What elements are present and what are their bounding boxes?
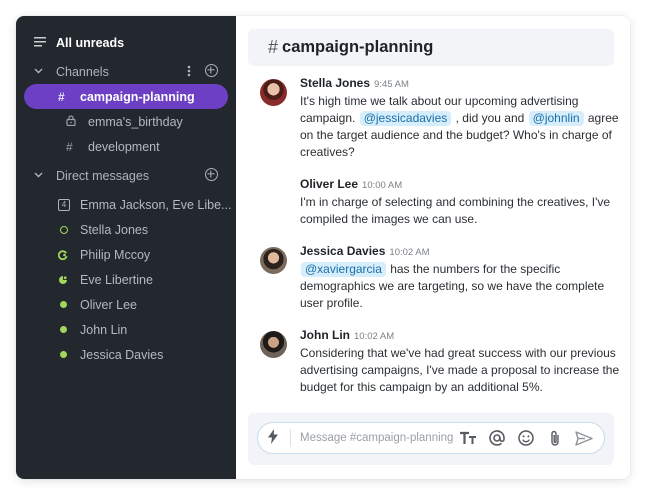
- message-text: Considering that we've had great success…: [300, 345, 620, 396]
- message-input[interactable]: Message #campaign-planning: [300, 432, 453, 444]
- sidebar-dm-eve-libertine[interactable]: Eve Libertine: [16, 267, 236, 292]
- message-time: 9:45 AM: [374, 79, 409, 90]
- add-dm-button[interactable]: [200, 167, 222, 184]
- channels-section-header[interactable]: Channels: [16, 59, 236, 84]
- message: John Lin 10:02 AM Considering that we've…: [260, 328, 620, 396]
- text-format-icon[interactable]: [453, 431, 482, 445]
- message-text: I'm in charge of selecting and combining…: [300, 194, 620, 228]
- add-channel-button[interactable]: [200, 63, 222, 80]
- avatar[interactable]: [260, 79, 287, 106]
- sidebar-dm-jessica-davies[interactable]: Jessica Davies: [16, 342, 236, 367]
- lock-icon: [66, 114, 88, 129]
- sidebar: All unreads Channels # campaign-planning…: [16, 16, 236, 479]
- message-time: 10:02 AM: [389, 247, 430, 258]
- channel-header: # campaign-planning: [248, 29, 614, 66]
- sidebar-dm-group[interactable]: 4 Emma Jackson, Eve Libe...: [16, 192, 236, 217]
- main-panel: # campaign-planning Stella Jones 9:45 AM…: [236, 16, 630, 479]
- avatar[interactable]: [260, 247, 287, 274]
- avatar[interactable]: [260, 331, 287, 358]
- message-body: Oliver Lee 10:00 AM I'm in charge of sel…: [300, 177, 620, 228]
- partial-status-icon: [58, 275, 80, 285]
- sidebar-dm-stella-jones[interactable]: Stella Jones: [16, 217, 236, 242]
- send-icon[interactable]: [569, 430, 598, 446]
- dm-label: Philip Mccoy: [80, 247, 151, 262]
- sidebar-channel-emmas-birthday[interactable]: emma's_birthday: [24, 109, 228, 134]
- emoji-icon[interactable]: [511, 430, 540, 446]
- away-status-icon: [58, 225, 80, 234]
- message-body: Stella Jones 9:45 AM It's high time we t…: [300, 76, 620, 161]
- online-status-icon: [58, 301, 80, 308]
- dm-title: Direct messages: [56, 168, 150, 183]
- message-text-segment: , did you and: [452, 111, 528, 125]
- hash-icon: #: [268, 37, 279, 57]
- more-options-icon[interactable]: [178, 65, 200, 79]
- user-mention[interactable]: @jessicadavies: [359, 111, 452, 126]
- chevron-down-icon[interactable]: [34, 66, 56, 77]
- channel-title: campaign-planning: [282, 38, 434, 56]
- message-time: 10:00 AM: [362, 180, 403, 191]
- channel-label: development: [88, 139, 160, 154]
- sidebar-channel-campaign-planning[interactable]: # campaign-planning: [24, 84, 228, 109]
- dm-label: Stella Jones: [80, 222, 149, 237]
- hash-icon: #: [66, 139, 73, 154]
- dm-section-header[interactable]: Direct messages: [16, 163, 236, 188]
- message-author[interactable]: Jessica Davies: [300, 244, 385, 258]
- channels-title: Channels: [56, 64, 109, 79]
- message-time: 10:02 AM: [354, 331, 395, 342]
- channel-label: campaign-planning: [80, 89, 195, 104]
- dm-label: John Lin: [80, 322, 128, 337]
- partial-status-icon: [58, 249, 80, 260]
- message-text: @xaviergarcia has the numbers for the sp…: [300, 261, 620, 312]
- message-text-segment: I'm in charge of selecting and combining…: [300, 195, 611, 226]
- dm-label: Emma Jackson, Eve Libe...: [80, 197, 232, 212]
- sidebar-dm-oliver-lee[interactable]: Oliver Lee: [16, 292, 236, 317]
- list-icon: [34, 36, 56, 50]
- message-author[interactable]: Oliver Lee: [300, 177, 358, 191]
- message-body: Jessica Davies 10:02 AM @xaviergarcia ha…: [300, 244, 620, 312]
- message: Jessica Davies 10:02 AM @xaviergarcia ha…: [260, 244, 620, 312]
- online-status-icon: [58, 351, 80, 358]
- dm-label: Eve Libertine: [80, 272, 153, 287]
- group-count-icon: 4: [58, 198, 80, 211]
- attachment-icon[interactable]: [540, 430, 569, 447]
- all-unreads-label: All unreads: [56, 35, 125, 50]
- all-unreads-item[interactable]: All unreads: [16, 30, 236, 55]
- chat-app: All unreads Channels # campaign-planning…: [16, 16, 630, 479]
- mention-icon[interactable]: [482, 430, 511, 446]
- online-status-icon: [58, 326, 80, 333]
- user-mention[interactable]: @xaviergarcia: [301, 262, 386, 277]
- plus-circle-icon: [204, 167, 218, 181]
- channel-label: emma's_birthday: [88, 114, 183, 129]
- composer-area: Message #campaign-planning: [248, 413, 614, 465]
- plus-circle-icon: [204, 63, 218, 77]
- message-text-segment: Considering that we've had great success…: [300, 346, 620, 394]
- message-list: Stella Jones 9:45 AM It's high time we t…: [260, 76, 620, 412]
- sidebar-dm-philip-mccoy[interactable]: Philip Mccoy: [16, 242, 236, 267]
- message: Oliver Lee 10:00 AM I'm in charge of sel…: [260, 177, 620, 228]
- user-mention[interactable]: @johnlin: [528, 111, 584, 126]
- chevron-down-icon[interactable]: [34, 170, 56, 181]
- message-composer[interactable]: Message #campaign-planning: [257, 422, 605, 454]
- message-author[interactable]: John Lin: [300, 328, 350, 342]
- dm-label: Jessica Davies: [80, 347, 164, 362]
- hash-icon: #: [58, 89, 65, 104]
- lightning-icon[interactable]: [268, 429, 286, 447]
- dm-label: Oliver Lee: [80, 297, 137, 312]
- sidebar-channel-development[interactable]: # development: [24, 134, 228, 159]
- message-body: John Lin 10:02 AM Considering that we've…: [300, 328, 620, 396]
- message-author[interactable]: Stella Jones: [300, 76, 370, 90]
- message: Stella Jones 9:45 AM It's high time we t…: [260, 76, 620, 161]
- sidebar-dm-john-lin[interactable]: John Lin: [16, 317, 236, 342]
- message-text: It's high time we talk about our upcomin…: [300, 93, 620, 161]
